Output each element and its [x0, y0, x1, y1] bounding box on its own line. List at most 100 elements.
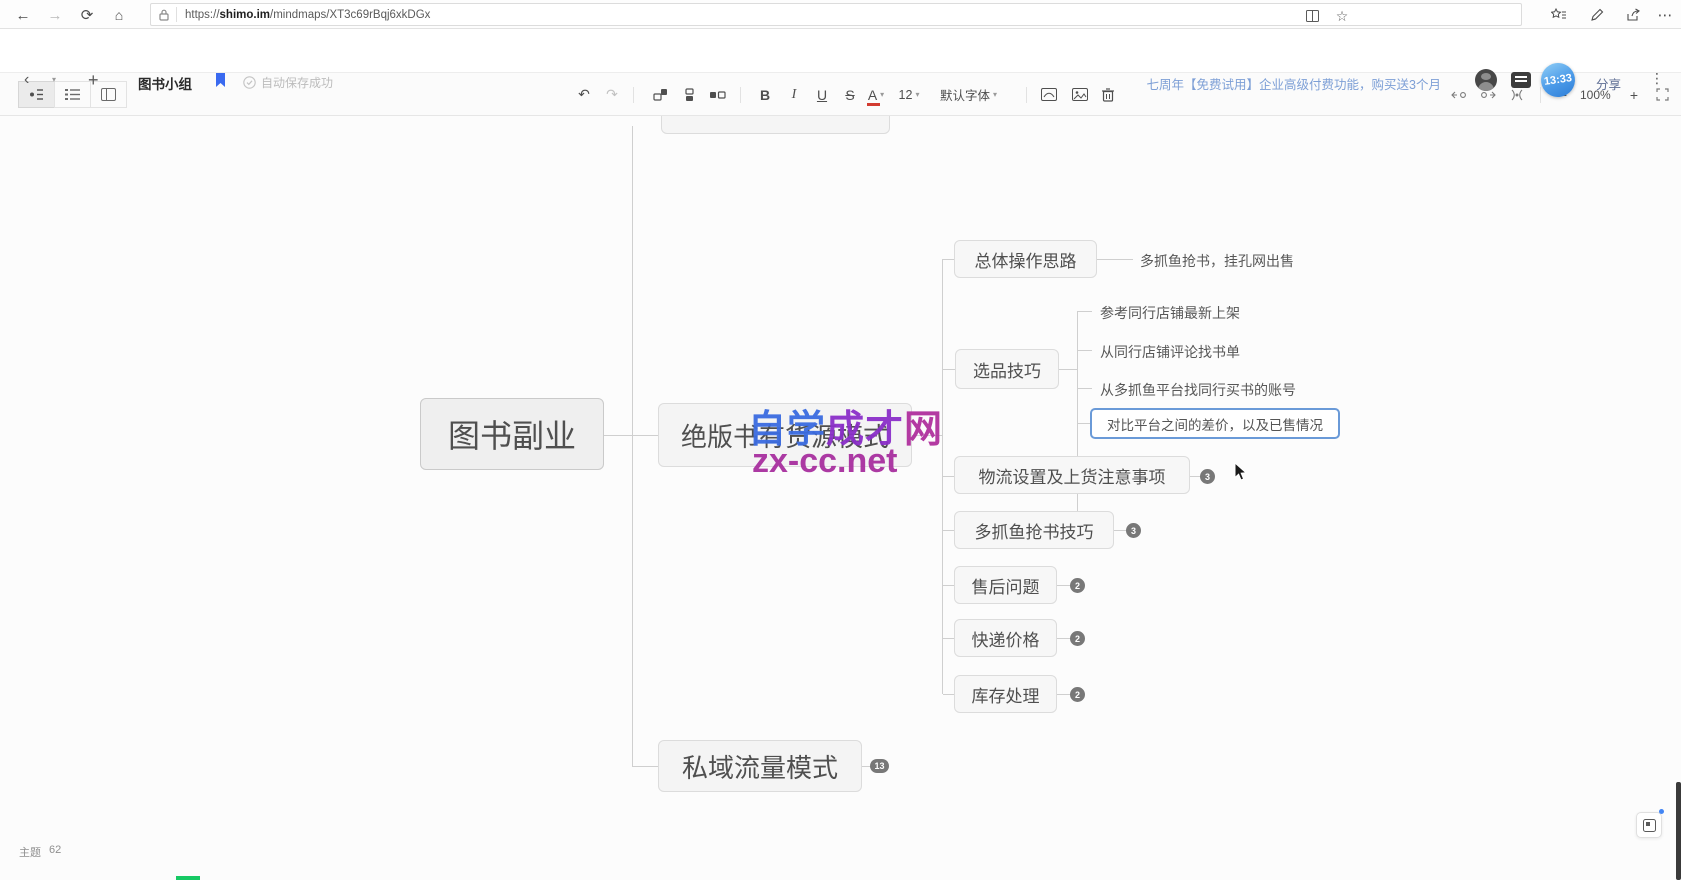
- collapsed-count-badge[interactable]: 2: [1070, 578, 1085, 593]
- font-color-button[interactable]: A▾: [864, 81, 888, 108]
- connector: [943, 369, 955, 370]
- favorites-hub-icon[interactable]: [1548, 4, 1570, 26]
- browser-more-icon[interactable]: ⋯: [1654, 4, 1676, 26]
- topic-count-status: 主题 62: [19, 844, 61, 860]
- collapsed-count-badge[interactable]: 3: [1126, 523, 1141, 538]
- bookmark-icon[interactable]: [215, 73, 226, 87]
- mindmap-node-kuaidi[interactable]: 快递价格: [954, 619, 1057, 657]
- mindmap-leaf[interactable]: 参考同行店铺最新上架: [1100, 303, 1240, 323]
- comments-icon[interactable]: [1511, 72, 1531, 88]
- user-avatar[interactable]: [1475, 69, 1497, 91]
- insert-image-icon[interactable]: [1068, 81, 1092, 108]
- mindmap-leaf[interactable]: 从同行店铺评论找书单: [1100, 342, 1240, 362]
- address-bar-divider: [176, 7, 177, 22]
- font-family-dropdown[interactable]: 默认字体▾: [940, 81, 997, 108]
- connector-trunk: [1077, 311, 1078, 540]
- share-icon[interactable]: [1622, 4, 1644, 26]
- mindmap-leaf[interactable]: 多抓鱼抢书，挂孔网出售: [1140, 251, 1294, 271]
- bold-button[interactable]: B: [753, 81, 777, 108]
- connector: [633, 435, 658, 436]
- connector: [943, 638, 954, 639]
- header-more-icon[interactable]: ⋮: [1650, 70, 1664, 87]
- progress-sliver: [176, 876, 200, 880]
- connector: [604, 435, 633, 436]
- collapsed-count-badge[interactable]: 13: [870, 759, 889, 773]
- mindmap-root-node[interactable]: 图书副业: [420, 398, 604, 470]
- mindmap-node-duozhuayu[interactable]: 多抓鱼抢书技巧: [954, 511, 1114, 549]
- mouse-cursor: [1234, 462, 1249, 487]
- mindmap-node-wuliu[interactable]: 物流设置及上货注意事项: [954, 456, 1190, 494]
- mindmap-node-shouhou[interactable]: 售后问题: [954, 566, 1057, 604]
- connector: [1190, 476, 1200, 477]
- connector: [943, 530, 954, 531]
- address-bar[interactable]: https://shimo.im/mindmaps/XT3c69rBqj6xkD…: [150, 3, 1522, 26]
- add-parent-node-icon[interactable]: [705, 81, 729, 108]
- notification-dot: [1659, 809, 1664, 814]
- mindmap-node-xuanpin[interactable]: 选品技巧: [955, 349, 1059, 389]
- mindmap-node-zongti[interactable]: 总体操作思路: [954, 240, 1097, 278]
- share-button[interactable]: 分享: [1596, 74, 1621, 93]
- zoom-in-button[interactable]: +: [1622, 81, 1646, 108]
- toolbar-divider: [633, 87, 634, 103]
- insert-relation-icon[interactable]: [1037, 81, 1061, 108]
- connector: [1057, 694, 1070, 695]
- toolbar-divider: [1540, 87, 1541, 103]
- toolbar-divider: [1026, 87, 1027, 103]
- underline-button[interactable]: U: [810, 81, 834, 108]
- strikethrough-button[interactable]: S: [838, 81, 862, 108]
- connector: [633, 766, 658, 767]
- connector: [1057, 638, 1070, 639]
- connector: [943, 476, 954, 477]
- caret-down-icon: ▾: [915, 90, 919, 99]
- web-note-pen-icon[interactable]: [1586, 4, 1608, 26]
- undo-icon[interactable]: ↶: [572, 81, 596, 108]
- autosave-check-icon: [243, 76, 256, 89]
- browser-refresh-icon[interactable]: ⟳: [76, 4, 98, 26]
- reading-view-icon[interactable]: [1303, 8, 1321, 24]
- connector-trunk: [632, 126, 633, 767]
- connector: [1097, 259, 1133, 260]
- promo-banner-link[interactable]: 七周年【免费试用】企业高级付费功能，购买送3个月: [1147, 74, 1441, 93]
- connector: [1078, 388, 1092, 389]
- collapse-all-icon[interactable]: [1447, 81, 1471, 108]
- mindmap-node-siyu[interactable]: 私域流量模式: [658, 740, 862, 792]
- outline-view-button[interactable]: [54, 81, 91, 108]
- new-document-icon[interactable]: +: [88, 70, 99, 91]
- connector: [943, 694, 954, 695]
- collapsed-count-badge[interactable]: 2: [1070, 687, 1085, 702]
- connector: [1059, 369, 1077, 370]
- delete-node-icon[interactable]: [1096, 81, 1120, 108]
- minimap-icon: [1643, 819, 1656, 832]
- minimap-toggle-button[interactable]: [1636, 812, 1662, 838]
- doc-back-icon[interactable]: ‹: [24, 71, 29, 89]
- italic-button[interactable]: I: [782, 81, 806, 108]
- document-title[interactable]: 图书小组: [138, 73, 192, 93]
- app-header: ‹ ▾ + 图书小组 自动保存成功 七周年【免费试用】企业高级付费功能，购买送3…: [0, 29, 1681, 73]
- caret-down-icon: ▾: [993, 90, 997, 99]
- connector: [1078, 350, 1092, 351]
- mindmap-node-selected[interactable]: 对比平台之间的差价，以及已售情况: [1090, 408, 1340, 439]
- mindmap-canvas[interactable]: 图书副业 绝版书有货源模式 私域流量模式 13 总体操作思路 多抓鱼抢书，挂孔网…: [0, 116, 1681, 880]
- connector: [1078, 423, 1090, 424]
- browser-forward-icon[interactable]: →: [44, 4, 66, 26]
- lock-icon: [159, 9, 169, 21]
- mindmap-node-clipped[interactable]: [661, 116, 890, 134]
- redo-icon[interactable]: ↷: [600, 81, 624, 108]
- browser-back-icon[interactable]: ←: [12, 4, 34, 26]
- connector: [943, 259, 954, 260]
- scrollbar-thumb[interactable]: [1676, 782, 1681, 880]
- topic-count-value: 62: [49, 844, 61, 860]
- doc-back-caret-icon[interactable]: ▾: [52, 75, 56, 84]
- collapsed-count-badge[interactable]: 2: [1070, 631, 1085, 646]
- connector: [1114, 530, 1126, 531]
- add-sibling-node-icon[interactable]: [648, 81, 672, 108]
- mindmap-node-kucun[interactable]: 库存处理: [954, 675, 1057, 713]
- font-size-dropdown[interactable]: 12▾: [897, 81, 921, 108]
- browser-toolbar: ← → ⟳ ⌂ https://shimo.im/mindmaps/XT3c69…: [0, 0, 1681, 29]
- connector: [1078, 311, 1092, 312]
- favorite-star-icon[interactable]: ☆: [1333, 8, 1351, 24]
- mindmap-leaf[interactable]: 从多抓鱼平台找同行买书的账号: [1100, 380, 1296, 400]
- collapsed-count-badge[interactable]: 3: [1200, 469, 1215, 484]
- add-child-node-icon[interactable]: [677, 81, 701, 108]
- browser-home-icon[interactable]: ⌂: [108, 4, 130, 26]
